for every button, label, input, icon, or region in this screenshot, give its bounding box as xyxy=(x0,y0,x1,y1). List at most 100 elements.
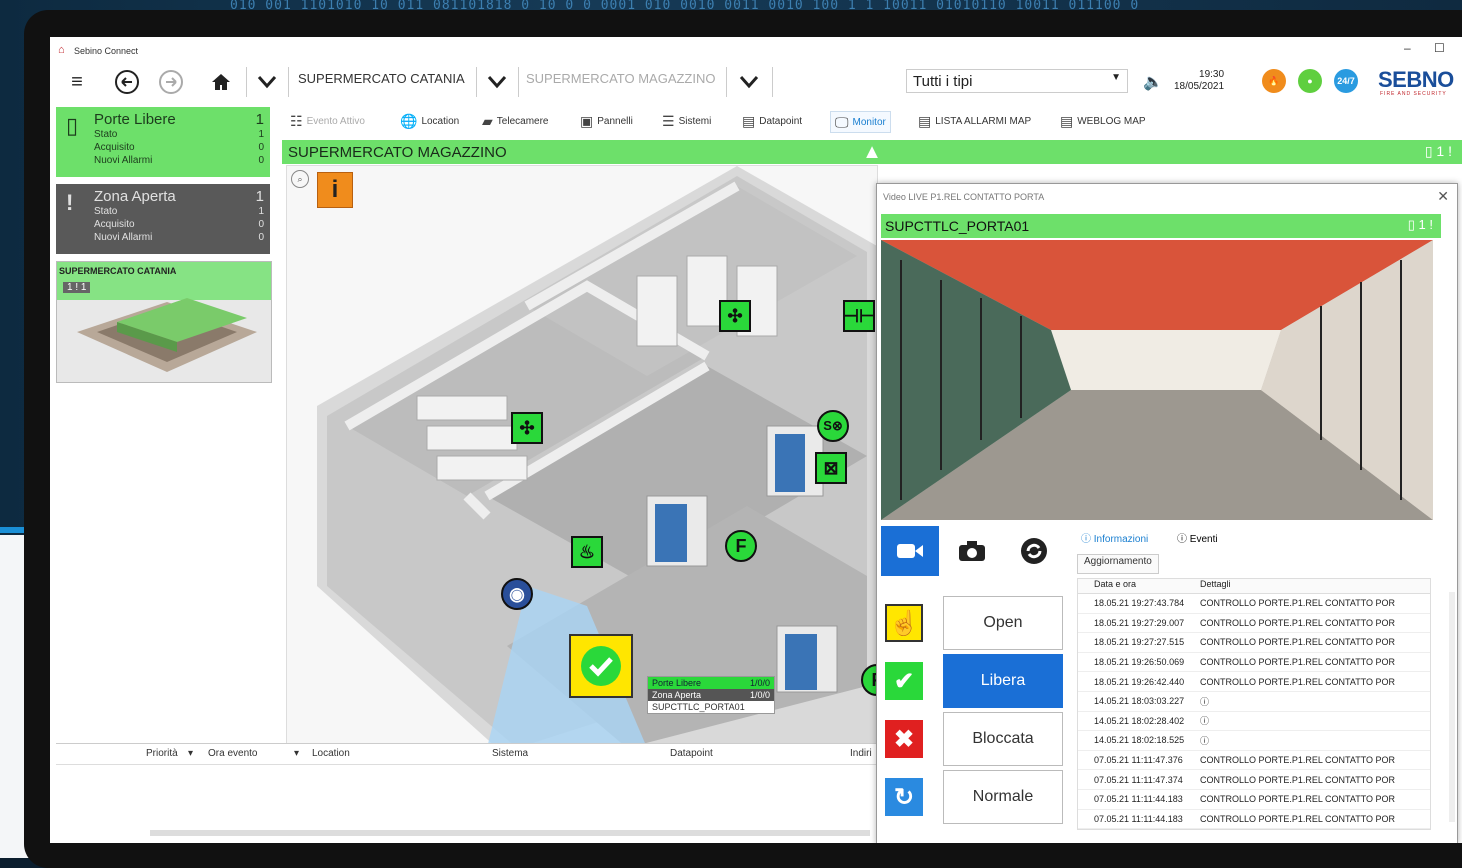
mute-icon[interactable]: 🔈 xyxy=(1136,67,1170,97)
back-button[interactable] xyxy=(110,67,144,97)
reset-icon: ↻ xyxy=(885,778,923,816)
home-icon[interactable] xyxy=(204,67,238,97)
log-rows: 18.05.21 19:27:43.784 CONTROLLO PORTE.P1.… xyxy=(1078,594,1430,829)
valve-icon[interactable]: ⊣⊢ xyxy=(843,300,875,332)
breadcrumb-magazzino[interactable]: SUPERMERCATO MAGAZZINO xyxy=(526,71,715,86)
support-247-icon[interactable]: 24/7 xyxy=(1334,69,1358,93)
type-filter-select[interactable]: Tutti i tipi ▼ xyxy=(906,69,1128,93)
toolbar-separator xyxy=(726,67,727,97)
tab-weblog-map[interactable]: ▤ WEBLOG MAP xyxy=(1060,111,1146,131)
tab-pannelli[interactable]: ▣ Pannelli xyxy=(580,111,633,131)
toolbar-separator xyxy=(288,67,289,97)
maximize-button[interactable]: ☐ xyxy=(1434,41,1445,55)
log-row[interactable]: 07.05.21 11:11:47.374 CONTROLLO PORTE.P1.… xyxy=(1078,770,1430,790)
log-row[interactable]: 18.05.21 19:27:27.515 CONTROLLO PORTE.P1.… xyxy=(1078,633,1430,653)
close-icon[interactable]: ✕ xyxy=(1437,188,1449,205)
fire-sensor-icon[interactable]: F xyxy=(725,530,757,562)
collapse-up-icon[interactable]: ▲ xyxy=(860,140,884,164)
bloccata-button[interactable]: Bloccata xyxy=(943,712,1063,766)
fan-icon[interactable]: ✣ xyxy=(511,412,543,444)
log-detail: ⓘ xyxy=(1200,735,1210,746)
col-ora-evento[interactable]: Ora evento xyxy=(208,748,257,759)
check-icon: ✔ xyxy=(885,662,923,700)
col-sistema[interactable]: Sistema xyxy=(492,748,528,759)
tab-label: WEBLOG MAP xyxy=(1077,115,1146,127)
forward-button[interactable] xyxy=(154,67,188,97)
libera-button[interactable]: Libera xyxy=(943,654,1063,708)
zoom-icon[interactable]: ⌕ xyxy=(291,170,309,188)
col-priorita[interactable]: Priorità xyxy=(146,748,178,759)
log-time: 07.05.21 11:11:47.376 xyxy=(1094,755,1183,766)
log-detail: CONTROLLO PORTE.P1.REL CONTATTO POR xyxy=(1200,637,1396,648)
door-contact-icon[interactable] xyxy=(569,634,633,698)
log-row[interactable]: 14.05.21 18:03:03.227 ⓘ xyxy=(1078,692,1430,712)
sensor-icon[interactable]: S⊗ xyxy=(817,410,849,442)
events-table: Priorità ▾ Ora evento ▾ Location Sistema… xyxy=(56,743,876,843)
chevron-down-icon[interactable] xyxy=(480,67,514,97)
tab-monitor[interactable]: 🖵 Monitor xyxy=(830,111,891,133)
tab-label: Telecamere xyxy=(496,115,549,127)
col-datapoint[interactable]: Datapoint xyxy=(670,748,713,759)
chevron-down-icon[interactable] xyxy=(250,67,284,97)
tab-sistemi[interactable]: ☰ Sistemi xyxy=(662,111,711,131)
tooltip-device-name: SUPCTTLC_PORTA01 xyxy=(652,702,745,712)
log-row[interactable]: 14.05.21 18:02:18.525 ⓘ xyxy=(1078,731,1430,751)
status-card-porte-libere[interactable]: ▯ Porte Libere 1 Stato 1 Acquisito 0 Nuovi … xyxy=(56,107,270,177)
tab-label: Location xyxy=(421,115,460,127)
fan-icon[interactable]: ✣ xyxy=(719,300,751,332)
map-title: SUPERMERCATO MAGAZZINO xyxy=(288,144,507,161)
floor-map[interactable]: ⌕ i ✣ ⊣⊢ ✣ S⊗ ⊠ ♨ F ◉ F Porte Libere1/0/… xyxy=(286,165,878,749)
status-card-zona-aperta[interactable]: ! Zona Aperta 1 Stato 1 Acquisito 0 Nuovi A… xyxy=(56,184,270,254)
tooltip-value: 1/0/0 xyxy=(749,678,770,688)
tab-informazioni[interactable]: ⓘ Informazioni xyxy=(1081,530,1148,545)
video-device-bar: SUPCTTLC_PORTA01 ▯ 1 ! xyxy=(881,214,1441,238)
minimize-button[interactable]: – xyxy=(1404,41,1411,55)
fire-icon[interactable]: ♨ xyxy=(571,536,603,568)
tab-label: Monitor xyxy=(852,116,886,128)
log-row[interactable]: 18.05.21 19:26:50.069 CONTROLLO PORTE.P1.… xyxy=(1078,653,1430,673)
site-card-catania[interactable]: SUPERMERCATO CATANIA 1 ! 1 xyxy=(56,261,272,383)
tab-evento-attivo[interactable]: ☷ Evento Attivo xyxy=(290,111,365,131)
chevron-down-icon[interactable] xyxy=(732,67,766,97)
tab-lista-allarmi-map[interactable]: ▤ LISTA ALLARMI MAP xyxy=(918,111,1031,131)
log-col-details[interactable]: Dettagli xyxy=(1200,579,1426,593)
status-ok-icon[interactable]: ● xyxy=(1298,69,1322,93)
tab-location[interactable]: 🌐 Location xyxy=(400,111,459,131)
log-detail: CONTROLLO PORTE.P1.REL CONTATTO POR xyxy=(1200,813,1396,824)
log-row[interactable]: 18.05.21 19:27:29.007 CONTROLLO PORTE.P1.… xyxy=(1078,614,1430,634)
detector-icon[interactable]: ⊠ xyxy=(815,452,847,484)
forward-arrow-icon xyxy=(159,70,183,94)
tab-telecamere[interactable]: ▰ Telecamere xyxy=(482,111,548,131)
aggiornamento-button[interactable]: Aggiornamento xyxy=(1077,554,1159,574)
log-row[interactable]: 07.05.21 11:11:47.376 CONTROLLO PORTE.P1.… xyxy=(1078,751,1430,771)
horizontal-scrollbar[interactable] xyxy=(150,830,870,836)
card-row-label: Acquisito xyxy=(94,219,135,230)
log-col-time[interactable]: Data e ora xyxy=(1078,579,1200,593)
cctv-camera-icon[interactable]: ◉ xyxy=(501,578,533,610)
snapshot-button[interactable] xyxy=(943,526,1001,576)
log-row[interactable]: 07.05.21 11:11:44.183 CONTROLLO PORTE.P1.… xyxy=(1078,790,1430,810)
normale-button[interactable]: Normale xyxy=(943,770,1063,824)
card-row-label: Stato xyxy=(94,129,118,140)
log-row[interactable]: 07.05.21 11:11:44.183 CONTROLLO PORTE.P1.… xyxy=(1078,810,1430,829)
video-camera-icon xyxy=(897,544,923,558)
col-indirizzo[interactable]: Indiri xyxy=(850,748,872,759)
refresh-stream-button[interactable] xyxy=(1005,526,1063,576)
tab-eventi[interactable]: ⓘ Eventi xyxy=(1177,530,1218,545)
log-detail: ⓘ xyxy=(1200,716,1210,727)
open-button[interactable]: Open xyxy=(943,596,1063,650)
log-scrollbar[interactable] xyxy=(1449,592,1455,822)
col-location[interactable]: Location xyxy=(312,748,350,759)
tab-datapoint[interactable]: ▤ Datapoint xyxy=(742,111,802,131)
fire-alert-icon[interactable]: 🔥 xyxy=(1262,69,1286,93)
camera-view[interactable] xyxy=(881,240,1433,520)
info-button[interactable]: i xyxy=(317,172,353,208)
hand-pointer-icon: ☝ xyxy=(885,604,923,642)
breadcrumb-catania[interactable]: SUPERMERCATO CATANIA xyxy=(298,71,465,86)
menu-icon[interactable]: ≡ xyxy=(60,67,94,97)
log-row[interactable]: 14.05.21 18:02:28.402 ⓘ xyxy=(1078,712,1430,732)
video-record-button[interactable] xyxy=(881,526,939,576)
video-live-panel: Video LIVE P1.REL CONTATTO PORTA ✕ SUPCT… xyxy=(876,183,1458,843)
log-row[interactable]: 18.05.21 19:27:43.784 CONTROLLO PORTE.P1.… xyxy=(1078,594,1430,614)
log-row[interactable]: 18.05.21 19:26:42.440 CONTROLLO PORTE.P1.… xyxy=(1078,672,1430,692)
